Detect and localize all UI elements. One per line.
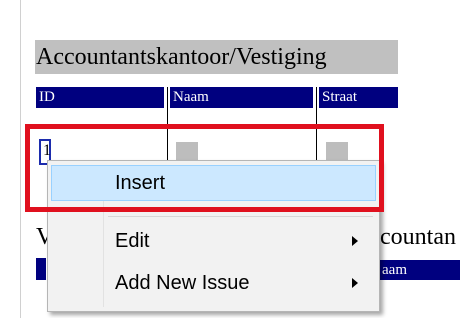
menu-separator: [108, 216, 373, 217]
submenu-arrow-icon: [352, 278, 358, 288]
lower-column-header: [36, 258, 46, 280]
column-header-naam[interactable]: Naam: [170, 87, 313, 108]
column-header-id[interactable]: ID: [36, 87, 164, 108]
context-menu: Insert Edit Add New Issue: [47, 160, 380, 312]
menu-item-insert[interactable]: Insert: [51, 165, 376, 201]
menu-item-label: Add New Issue: [115, 272, 250, 294]
lower-form-title-right: countan: [380, 224, 456, 250]
lower-column-header-naam[interactable]: aam: [380, 260, 460, 280]
menu-item-edit[interactable]: Edit: [51, 223, 376, 259]
form-title: Accountantskantoor/Vestiging: [35, 40, 398, 74]
menu-item-label: Insert: [115, 172, 166, 194]
column-header-straat[interactable]: Straat: [319, 87, 398, 108]
menu-item-label: Edit: [115, 230, 150, 252]
page-edge: [20, 0, 21, 318]
menu-item-add-new-issue[interactable]: Add New Issue: [51, 265, 376, 301]
submenu-arrow-icon: [352, 236, 358, 246]
